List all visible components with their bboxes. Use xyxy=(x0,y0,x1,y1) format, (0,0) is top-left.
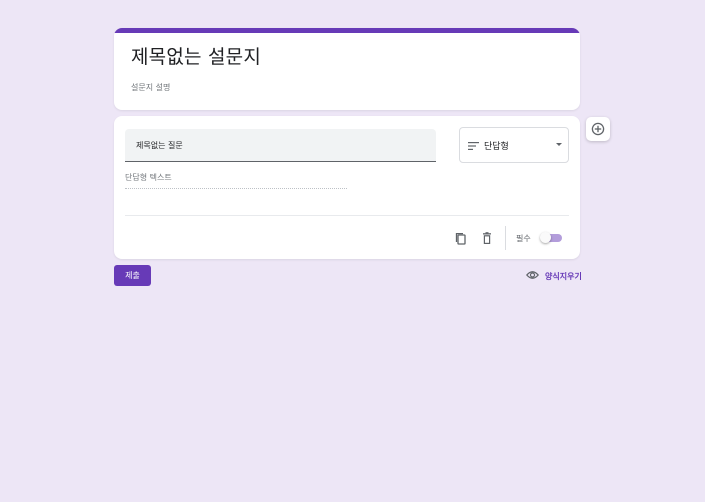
question-type-select[interactable]: 단답형 xyxy=(459,127,569,163)
short-answer-placeholder: 단답형 텍스트 xyxy=(125,172,347,189)
duplicate-button[interactable] xyxy=(452,230,470,248)
copy-icon xyxy=(455,232,466,245)
form-header-card: 제목없는 설문지 설문지 설명 xyxy=(114,28,580,110)
card-divider xyxy=(125,215,569,216)
question-card: 제목없는 질문 단답형 단답형 텍스트 필수 xyxy=(114,116,580,259)
clear-form-link[interactable]: 양식지우기 xyxy=(545,271,582,282)
add-question-button[interactable] xyxy=(586,117,610,141)
footer-separator xyxy=(505,226,506,250)
add-circle-icon xyxy=(591,122,605,136)
trash-icon xyxy=(483,232,491,244)
delete-button[interactable] xyxy=(478,230,496,248)
chevron-down-icon xyxy=(556,143,562,146)
toggle-thumb xyxy=(540,232,551,243)
submit-button[interactable]: 제출 xyxy=(114,265,151,286)
header-accent-bar xyxy=(114,28,580,33)
form-editor-page: 제목없는 설문지 설문지 설명 제목없는 질문 단답형 단답형 텍스트 필수 제… xyxy=(0,0,705,502)
required-label: 필수 xyxy=(516,234,531,243)
question-title-text: 제목없는 질문 xyxy=(136,141,183,150)
required-toggle[interactable] xyxy=(540,232,564,244)
short-text-icon xyxy=(468,142,479,150)
eye-icon[interactable] xyxy=(526,269,539,281)
form-description[interactable]: 설문지 설명 xyxy=(131,82,170,93)
question-title-input[interactable]: 제목없는 질문 xyxy=(125,129,436,162)
form-title[interactable]: 제목없는 설문지 xyxy=(131,42,261,69)
question-type-label: 단답형 xyxy=(484,142,509,152)
